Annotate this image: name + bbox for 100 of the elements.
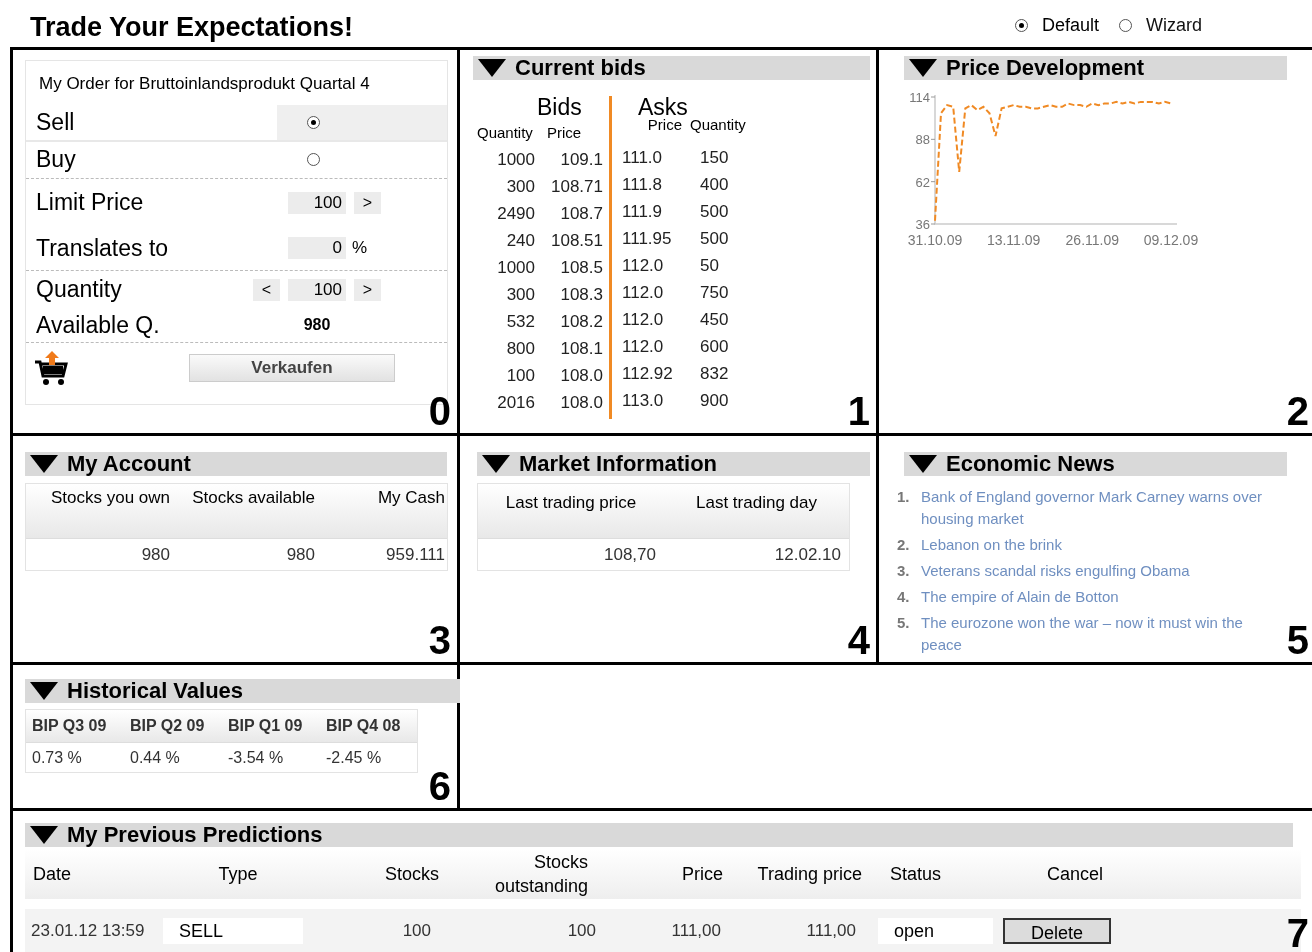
radio-button[interactable] xyxy=(307,115,320,129)
table-cell-text: 300 xyxy=(505,283,535,306)
column-header: Stocks outstanding xyxy=(493,851,589,898)
table-cell-text: 108.51 xyxy=(550,229,603,252)
increase-button[interactable]: > xyxy=(354,191,381,214)
cart-upload-icon xyxy=(34,349,68,386)
table-cell-text: 600 xyxy=(700,335,730,358)
panel-title: Economic News xyxy=(946,453,1115,475)
order-side-label[interactable]: Buy xyxy=(26,148,277,171)
table-cell-text: 1000 xyxy=(496,256,535,279)
column-header: Cancel xyxy=(1045,862,1104,886)
panel-number: 2 xyxy=(1286,391,1309,431)
percent-field[interactable]: 0 xyxy=(288,237,346,259)
page-title: Trade Your Expectations! xyxy=(30,14,354,44)
panel-header[interactable]: Price Development xyxy=(904,56,1287,80)
tick-label: 62 xyxy=(915,174,930,190)
collapse-triangle-icon[interactable] xyxy=(29,681,59,701)
table-cell-text: 111.0 xyxy=(621,146,664,169)
tick-label: 26.11.09 xyxy=(1065,232,1120,248)
column-header: Date xyxy=(32,862,73,886)
sell-button[interactable]: Verkaufen xyxy=(189,353,395,382)
table-cell-text: 112.0 xyxy=(621,254,665,277)
panel-title: My Account xyxy=(67,453,191,475)
panel-number: 7 xyxy=(1286,913,1309,952)
radio-button[interactable] xyxy=(307,153,320,166)
column-header: Quantity xyxy=(477,122,534,143)
table-cell-text: 300 xyxy=(505,175,535,198)
list-number: 1. xyxy=(897,487,911,507)
table-cell-text: 2016 xyxy=(496,391,535,414)
radio-label[interactable]: Default xyxy=(1041,12,1099,39)
radio-button[interactable] xyxy=(1119,19,1132,32)
column-header: BIP Q4 08 xyxy=(325,716,402,736)
table-cell-text: 111.95 xyxy=(621,227,673,250)
collapse-triangle-icon[interactable] xyxy=(29,825,59,845)
table-cell-text: 100 xyxy=(401,920,432,943)
column-header: Status xyxy=(889,862,943,886)
collapse-triangle-icon[interactable] xyxy=(908,58,938,78)
panel-title: Market Information xyxy=(519,453,718,475)
panel-header[interactable]: Historical Values xyxy=(25,679,460,703)
radio-label[interactable]: Wizard xyxy=(1146,12,1202,39)
table-cell-text: 100 xyxy=(566,920,597,943)
panel-header[interactable]: Economic News xyxy=(904,452,1287,476)
table-cell-text: 108.1 xyxy=(559,337,603,360)
table-cell-text: 50 xyxy=(700,254,720,277)
table-cell-text: 400 xyxy=(700,173,730,196)
table-cell-text: 112.0 xyxy=(621,308,665,331)
panel-number: 6 xyxy=(428,766,451,806)
column-header: My Cash xyxy=(376,487,446,509)
collapse-triangle-icon[interactable] xyxy=(481,454,511,474)
column-header: Price xyxy=(681,862,724,886)
table-cell-text: 23.01.12 13:59 xyxy=(30,920,146,943)
limit-price-field[interactable]: 100 xyxy=(288,191,346,214)
order-title: My Order for Bruttoinlandsprodukt Quartal 4 xyxy=(39,73,371,95)
table-cell-text: 980 xyxy=(140,543,171,566)
panel-header[interactable]: Current bids xyxy=(473,56,870,80)
tick-label: 88 xyxy=(915,132,930,148)
panel-number: 1 xyxy=(847,391,870,431)
field-label: Available Q. xyxy=(35,313,161,337)
table-cell-text: 0.44 % xyxy=(129,747,181,768)
table-cell-text: 240 xyxy=(505,229,535,252)
column-header: Quantity xyxy=(689,114,747,135)
column-header: Price xyxy=(646,115,683,135)
order-side-label[interactable]: Sell xyxy=(26,110,277,134)
radio-button[interactable] xyxy=(1014,19,1028,32)
table-cell-text: 1000 xyxy=(496,148,535,171)
table-cell-text: 150 xyxy=(700,146,730,169)
increase-button[interactable]: > xyxy=(354,278,381,301)
table-cell-text: 108.71 xyxy=(550,175,603,198)
panel-title: Price Development xyxy=(946,57,1145,79)
table-cell-text: 108.0 xyxy=(559,364,603,387)
collapse-triangle-icon[interactable] xyxy=(908,454,938,474)
decrease-button[interactable]: < xyxy=(253,278,280,301)
panel-header[interactable]: Market Information xyxy=(477,452,870,476)
list-number: 3. xyxy=(897,561,911,581)
panel-number: 0 xyxy=(428,391,451,431)
table-cell-text: 980 xyxy=(285,543,316,566)
delete-button[interactable]: Delete xyxy=(1003,918,1111,944)
column-header: Last trading day xyxy=(695,492,818,514)
column-header: Last trading price xyxy=(504,492,638,514)
panel-header[interactable]: My Previous Predictions xyxy=(25,823,1293,847)
collapse-triangle-icon[interactable] xyxy=(29,454,59,474)
collapse-triangle-icon[interactable] xyxy=(477,58,507,78)
table-cell-text: 108.7 xyxy=(559,202,603,225)
column-header: BIP Q1 09 xyxy=(227,716,304,736)
field-label: Limit Price xyxy=(35,191,145,214)
quantity-field[interactable]: 100 xyxy=(288,278,346,301)
table-cell-text: 108.0 xyxy=(559,391,603,414)
panel-header[interactable]: My Account xyxy=(25,452,447,476)
tick-label: 114 xyxy=(909,90,930,105)
panel-number: 3 xyxy=(428,620,451,660)
table-cell-text: 112.0 xyxy=(621,335,665,358)
table-cell-text: 108,70 xyxy=(603,543,657,566)
unit-label: % xyxy=(352,237,368,260)
list-number: 2. xyxy=(897,535,911,555)
bids-heading: Bids xyxy=(536,93,583,120)
table-cell-text: 959.111 xyxy=(385,543,446,566)
panel-title: Current bids xyxy=(515,57,646,79)
table-cell-text: -2.45 % xyxy=(325,747,383,768)
tick-label: 09.12.09 xyxy=(1143,232,1199,248)
table-cell-text: -3.54 % xyxy=(227,747,285,768)
